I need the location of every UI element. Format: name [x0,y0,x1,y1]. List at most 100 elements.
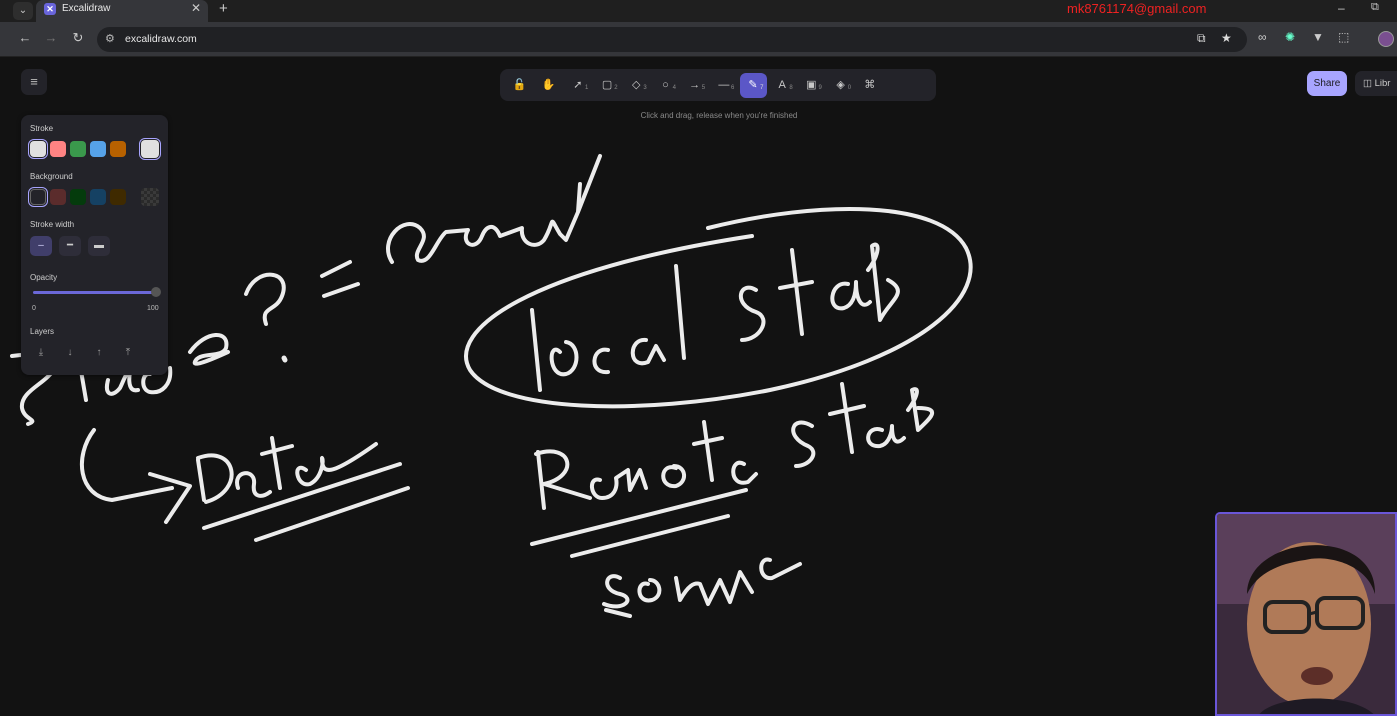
browser-tab-excalidraw[interactable]: ✕ Excalidraw ✕ [36,0,208,22]
presenter-video-image [1217,514,1395,714]
tool-icon: 🔓 [512,78,527,91]
window-minimize-button[interactable]: – [1338,1,1345,15]
tool-shortcut: 0 [847,84,852,91]
tool-shortcut: 4 [672,84,676,91]
extension-vue-icon[interactable]: ▼ [1312,30,1324,44]
main-menu-button[interactable]: ≡ [21,69,47,95]
tool-eraser[interactable]: ◈ 0 [827,73,854,98]
stroke-question-dot [281,355,288,363]
tool-shortcut: 2 [614,84,618,91]
stroke-width-label: Stroke width [30,220,75,229]
excalidraw-favicon-icon: ✕ [44,3,56,15]
background-color-swatch[interactable] [50,189,66,205]
stroke-server [602,557,802,609]
tool-shortcut: 6 [730,84,735,91]
extension-glasses-icon[interactable]: ∞ [1258,30,1267,44]
tool-frame-lock[interactable]: 🔓 [506,73,533,98]
site-settings-icon[interactable]: ⚙ [105,32,115,45]
bookmark-star-icon[interactable]: ★ [1221,31,1232,45]
stroke-data-arrow [79,428,192,524]
ellipse-icon: ○ [662,78,669,91]
stroke-width-thin[interactable]: – [30,236,52,256]
stroke-data-underline-2 [254,486,410,542]
share-button[interactable]: Share [1307,71,1347,96]
reload-button[interactable]: ↻ [69,30,87,46]
send-backward-button[interactable]: ↓ [59,343,81,363]
shapes-toolbar: 🔓 ✋ ➚ 1 ▢ 2 ◇ 3 ○ 4 → 5 —6 ✎ 7 A8 ▣ 9 ◈ 0 ⌘ [500,69,936,101]
forward-button[interactable]: → [42,30,60,45]
stroke-width-bold[interactable]: ━ [59,236,81,256]
excalidraw-canvas[interactable] [0,57,1397,716]
install-app-icon[interactable]: ⧉ [1197,31,1206,46]
stroke-state-2 [791,382,935,468]
tab-title: Excalidraw [62,3,111,14]
tool-shortcut: 8 [789,84,793,91]
stroke-question-mark [244,272,286,326]
stroke-equals [320,260,360,298]
stroke-remote-underline-1 [530,488,748,546]
tool-shortcut: 1 [585,84,589,91]
tool-ellipse[interactable]: ○ 4 [652,73,679,98]
stroke-data-word [196,436,378,504]
tab-close-button[interactable]: ✕ [191,1,201,15]
background-color-swatch[interactable] [28,187,48,207]
background-label: Background [30,172,73,181]
stroke-server-tail [604,608,632,618]
tool-selection[interactable]: ➚ 1 [564,73,591,98]
opacity-max: 100 [147,305,159,312]
window-restore-button[interactable]: ⧉ [1371,1,1379,14]
new-tab-button[interactable]: + [219,0,228,17]
library-icon: ◫ [1363,78,1375,89]
opacity-label: Opacity [30,273,58,282]
background-color-swatch[interactable] [70,189,86,205]
tool-shortcut: 7 [760,84,764,91]
stroke-color-swatch[interactable] [110,141,126,157]
stroke-current-color[interactable] [139,138,161,160]
browser-toolbar: ← → ↻ ⚙ excalidraw.com ⧉ ★ ∞ ✺ ▼ ⬚ [0,22,1397,57]
tool-shortcut: 3 [643,84,647,91]
stroke-width-extra-bold[interactable]: ▬ [88,236,110,256]
image-icon: ▣ [806,78,817,91]
tool-shortcut: 9 [818,84,822,91]
stroke-color-swatch[interactable] [50,141,66,157]
tool-line[interactable]: —6 [710,73,737,98]
bring-to-front-button[interactable]: ⤒ [117,343,139,363]
tool-image[interactable]: ▣ 9 [798,73,825,98]
opacity-slider-track[interactable] [33,291,157,294]
tool-rectangle[interactable]: ▢ 2 [594,73,621,98]
bring-forward-button[interactable]: ↑ [88,343,110,363]
tool-text[interactable]: A8 [769,73,796,98]
stroke-color-swatch[interactable] [70,141,86,157]
background-color-swatch[interactable] [90,189,106,205]
opacity-slider-thumb[interactable] [151,287,161,297]
browser-tab-strip: ⌄ ✕ Excalidraw ✕ + mk8761174@gmail.com –… [0,0,1397,22]
diamond-icon: ◇ [632,78,641,91]
overlay-email-text: mk8761174@gmail.com [1067,1,1207,16]
tool-arrow[interactable]: → 5 [681,73,708,98]
pointer-icon: ➚ [573,78,583,91]
send-to-back-button[interactable]: ⤓ [30,343,52,363]
extensions-puzzle-icon[interactable]: ⬚ [1338,30,1349,44]
url-text: excalidraw.com [125,33,197,45]
profile-avatar[interactable] [1378,31,1394,47]
back-button[interactable]: ← [16,30,34,45]
address-bar[interactable]: ⚙ excalidraw.com ⧉ ★ [97,27,1247,52]
tool-hand[interactable]: ✋ [535,73,562,98]
stroke-color-swatch[interactable] [90,141,106,157]
library-label: Libr [1374,78,1391,89]
background-color-swatch[interactable] [110,189,126,205]
library-button[interactable]: ◫ Libr [1355,71,1397,96]
stroke-color-swatch[interactable] [28,139,48,159]
background-current-color[interactable] [141,188,159,206]
stroke-label: Stroke [30,124,54,133]
opacity-min: 0 [32,305,36,312]
tool-more[interactable]: ⌘ [856,73,883,98]
pencil-icon: ✎ [748,78,758,91]
tool-diamond[interactable]: ◇ 3 [623,73,650,98]
extension-atom-icon[interactable]: ✺ [1285,30,1295,44]
line-icon: — [718,78,730,91]
arrow-icon: → [689,78,701,91]
tool-draw[interactable]: ✎ 7 [739,72,767,98]
tab-search-button[interactable]: ⌄ [13,2,33,20]
stroke-remote-underline-2 [570,514,730,558]
